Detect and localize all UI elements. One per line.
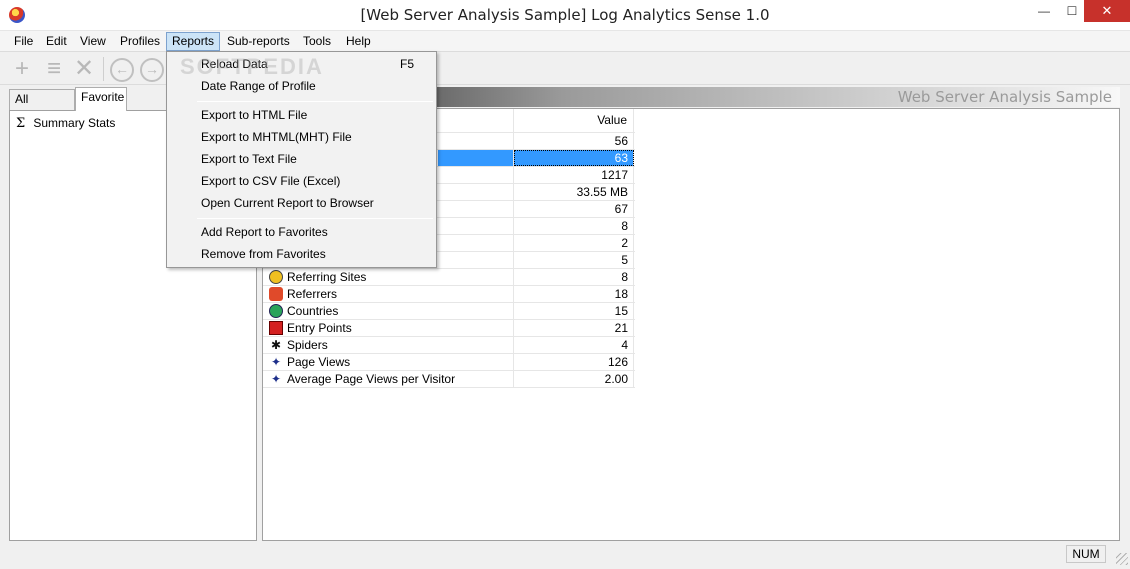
forward-icon[interactable]: → (140, 58, 164, 82)
menu-item-remove-favorites[interactable]: Remove from Favorites (169, 244, 434, 264)
menu-item-date-range[interactable]: Date Range of Profile (169, 76, 434, 96)
menu-separator (197, 218, 433, 219)
row-value: 67 (514, 201, 634, 217)
menu-item-add-favorites[interactable]: Add Report to Favorites (169, 222, 434, 242)
row-name: Average Page Views per Visitor (263, 371, 514, 387)
row-value: 63 (514, 150, 634, 166)
table-row[interactable]: Referring Sites 8 (263, 269, 635, 286)
star-icon: ✦ (270, 355, 282, 369)
num-lock-indicator: NUM (1066, 545, 1106, 563)
menu-subreports[interactable]: Sub-reports (222, 32, 295, 51)
row-name: Page Views (263, 354, 514, 370)
row-value: 18 (514, 286, 634, 302)
table-row[interactable]: Countries 15 (263, 303, 635, 320)
add-icon[interactable]: + (10, 57, 34, 82)
row-name: Referring Sites (263, 269, 514, 285)
back-icon[interactable]: ← (110, 58, 134, 82)
menu-tools[interactable]: Tools (298, 32, 336, 51)
menu-profiles[interactable]: Profiles (115, 32, 165, 51)
close-button[interactable]: ✕ (1084, 0, 1130, 22)
row-value: 126 (514, 354, 634, 370)
row-value: 33.55 MB (514, 184, 634, 200)
table-row[interactable]: Spiders ✱ 4 (263, 337, 635, 354)
row-name: Entry Points (263, 320, 514, 336)
minimize-button[interactable]: — (1030, 0, 1058, 22)
toolbar-separator (103, 57, 104, 81)
window-title: [Web Server Analysis Sample] Log Analyti… (360, 6, 770, 24)
title-bar: [Web Server Analysis Sample] Log Analyti… (0, 0, 1130, 31)
table-row[interactable]: Referrers 18 (263, 286, 635, 303)
tree-item-summary-stats[interactable]: Σ Summary Stats (16, 115, 115, 131)
star-icon: ✦ (270, 372, 282, 386)
menu-item-export-html[interactable]: Export to HTML File (169, 105, 434, 125)
referrers-icon (269, 287, 283, 301)
shortcut-label: F5 (399, 57, 414, 71)
delete-icon[interactable]: ✕ (72, 57, 96, 82)
globe-icon (269, 304, 283, 318)
sigma-icon: Σ (16, 116, 26, 131)
row-value: 5 (514, 252, 634, 268)
menu-bar: File Edit View Profiles Reports Sub-repo… (0, 31, 1130, 51)
menu-item-export-text[interactable]: Export to Text File (169, 149, 434, 169)
row-value: 8 (514, 269, 634, 285)
menu-item-reload-data[interactable]: Reload Data F5 (169, 54, 434, 74)
report-title: Web Server Analysis Sample (897, 88, 1112, 106)
row-name: Countries (263, 303, 514, 319)
menu-file[interactable]: File (9, 32, 38, 51)
row-value: 1217 (514, 167, 634, 183)
list-icon[interactable]: ≡ (42, 57, 66, 82)
reports-dropdown-menu: Reload Data F5 Date Range of Profile Exp… (166, 51, 437, 268)
row-value: 8 (514, 218, 634, 234)
entry-points-icon (269, 321, 283, 335)
table-row[interactable]: Entry Points 21 (263, 320, 635, 337)
menu-item-export-csv[interactable]: Export to CSV File (Excel) (169, 171, 434, 191)
row-value: 2.00 (514, 371, 634, 387)
menu-separator (197, 101, 433, 102)
row-value: 4 (514, 337, 634, 353)
tree-item-label: Summary Stats (33, 116, 116, 130)
menu-view[interactable]: View (75, 32, 111, 51)
table-row[interactable]: Average Page Views per Visitor ✦ 2.00 (263, 371, 635, 388)
row-value: 21 (514, 320, 634, 336)
maximize-button[interactable]: ☐ (1058, 0, 1086, 22)
tab-all-reports[interactable]: All Reports (9, 89, 75, 125)
row-value: 15 (514, 303, 634, 319)
spider-icon: ✱ (270, 338, 282, 352)
menu-item-open-browser[interactable]: Open Current Report to Browser (169, 193, 434, 213)
column-header-value[interactable]: Value (514, 109, 634, 133)
row-value: 2 (514, 235, 634, 251)
menu-edit[interactable]: Edit (41, 32, 72, 51)
row-value: 56 (514, 133, 634, 149)
row-name: Referrers (263, 286, 514, 302)
tab-favorite[interactable]: Favorite (75, 87, 127, 111)
menu-reports[interactable]: Reports (166, 32, 221, 51)
table-row[interactable]: Page Views ✦ 126 (263, 354, 635, 371)
menu-item-label: Reload Data (201, 57, 268, 71)
row-name: Spiders (263, 337, 514, 353)
menu-help[interactable]: Help (341, 32, 376, 51)
status-bar: NUM (0, 543, 1130, 569)
resize-grip-icon[interactable] (1116, 553, 1128, 565)
sites-icon (269, 270, 283, 284)
menu-item-export-mhtml[interactable]: Export to MHTML(MHT) File (169, 127, 434, 147)
